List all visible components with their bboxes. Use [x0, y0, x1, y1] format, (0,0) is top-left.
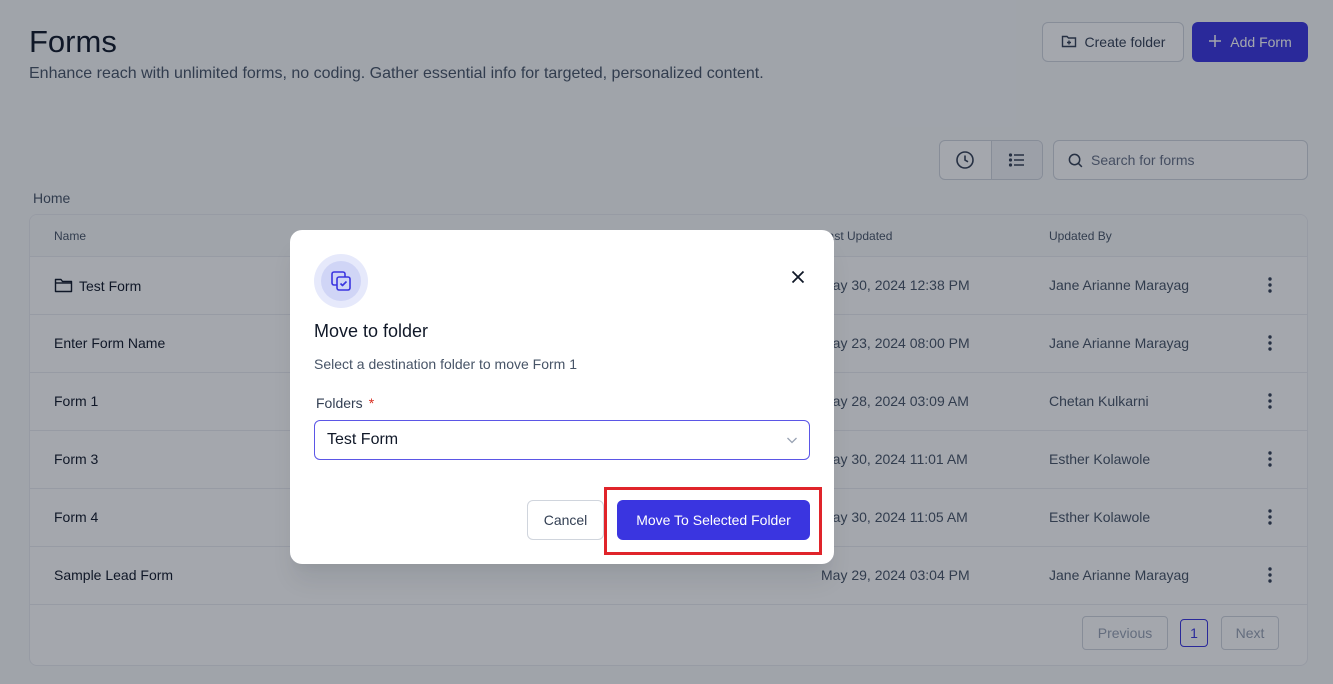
close-icon — [791, 270, 805, 284]
folder-select-value: Test Form — [327, 431, 399, 448]
folder-select[interactable]: Test Form — [314, 420, 810, 460]
dialog-title: Move to folder — [314, 321, 429, 341]
move-icon-badge — [314, 254, 368, 308]
folders-label-text: Folders — [316, 395, 363, 411]
close-button[interactable] — [787, 266, 809, 288]
chevron-down-icon — [787, 437, 797, 444]
highlight-box — [604, 487, 822, 555]
folders-label: Folders * — [316, 395, 374, 411]
required-asterisk: * — [368, 395, 375, 411]
dialog-description: Select a destination folder to move Form… — [314, 356, 578, 372]
cancel-button[interactable]: Cancel — [527, 500, 604, 540]
copy-check-icon — [331, 271, 351, 291]
